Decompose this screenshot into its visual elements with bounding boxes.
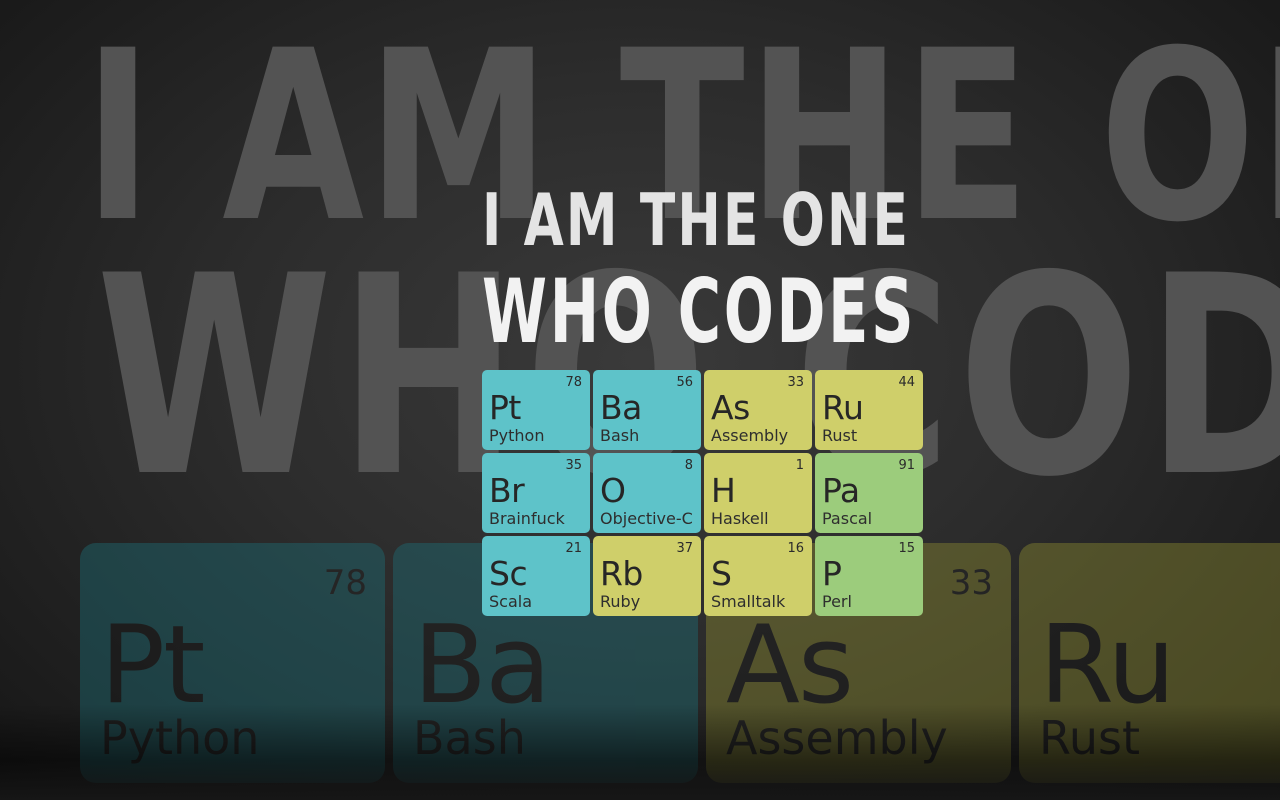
element-number: 56 bbox=[676, 375, 693, 390]
element-symbol: S bbox=[711, 554, 732, 593]
element-number: 78 bbox=[565, 375, 582, 390]
element-name: Objective-C bbox=[600, 509, 693, 528]
element-tile: 56 Ba Bash bbox=[593, 370, 701, 450]
element-number: 91 bbox=[898, 458, 915, 473]
element-name: Python bbox=[489, 426, 545, 445]
element-tile: 44 Ru Rust bbox=[815, 370, 923, 450]
element-symbol: P bbox=[822, 554, 842, 593]
element-tile: 35 Br Brainfuck bbox=[482, 453, 590, 533]
background-tile-name: Assembly bbox=[726, 711, 948, 765]
element-name: Ruby bbox=[600, 592, 641, 611]
element-symbol: Ru bbox=[822, 388, 864, 427]
element-tile: 15 P Perl bbox=[815, 536, 923, 616]
background-tile-symbol: Ba bbox=[413, 603, 551, 728]
element-number: 21 bbox=[565, 541, 582, 556]
element-name: Assembly bbox=[711, 426, 789, 445]
background-tile: 4 Ru Rust bbox=[1019, 543, 1280, 783]
wallpaper: I AM THE ONE WHO CODES 78 Pt Python 56 B… bbox=[0, 0, 1280, 800]
background-tile-number: 33 bbox=[949, 563, 993, 603]
element-symbol: Pt bbox=[489, 388, 521, 427]
element-symbol: Rb bbox=[600, 554, 643, 593]
title-line2: WHO CODES bbox=[482, 260, 917, 363]
element-number: 33 bbox=[787, 375, 804, 390]
element-name: Smalltalk bbox=[711, 592, 786, 611]
background-tile: 78 Pt Python bbox=[80, 543, 385, 783]
element-tile: 21 Sc Scala bbox=[482, 536, 590, 616]
background-tile-name: Python bbox=[100, 711, 260, 765]
element-symbol: Ba bbox=[600, 388, 642, 427]
element-symbol: Pa bbox=[822, 471, 860, 510]
element-symbol: Sc bbox=[489, 554, 528, 593]
element-tile: 8 O Objective-C bbox=[593, 453, 701, 533]
background-tile-symbol: Pt bbox=[100, 603, 205, 728]
element-name: Haskell bbox=[711, 509, 769, 528]
background-tile-symbol: Ru bbox=[1039, 603, 1176, 728]
element-number: 16 bbox=[787, 541, 804, 556]
element-number: 1 bbox=[795, 458, 804, 473]
background-tile-name: Bash bbox=[413, 711, 526, 765]
element-tile: 16 S Smalltalk bbox=[704, 536, 812, 616]
element-symbol: As bbox=[711, 388, 750, 427]
element-name: Scala bbox=[489, 592, 533, 611]
element-name: Brainfuck bbox=[489, 509, 565, 528]
element-tile: 1 H Haskell bbox=[704, 453, 812, 533]
element-name: Rust bbox=[822, 426, 858, 445]
element-tile: 37 Rb Ruby bbox=[593, 536, 701, 616]
element-number: 37 bbox=[676, 541, 693, 556]
background-tile-symbol: As bbox=[726, 603, 854, 728]
element-number: 15 bbox=[898, 541, 915, 556]
element-grid: 78 Pt Python 56 Ba Bash 33 As Assembly 4… bbox=[482, 370, 923, 616]
element-symbol: H bbox=[711, 471, 736, 510]
element-symbol: O bbox=[600, 471, 626, 510]
background-tile-number: 78 bbox=[323, 563, 367, 603]
element-tile: 91 Pa Pascal bbox=[815, 453, 923, 533]
element-number: 8 bbox=[684, 458, 693, 473]
element-tile: 33 As Assembly bbox=[704, 370, 812, 450]
element-name: Bash bbox=[600, 426, 640, 445]
background-tile-name: Rust bbox=[1039, 711, 1141, 765]
title-line1: I AM THE ONE bbox=[482, 178, 911, 262]
element-name: Pascal bbox=[822, 509, 873, 528]
element-symbol: Br bbox=[489, 471, 525, 510]
element-number: 35 bbox=[565, 458, 582, 473]
element-number: 44 bbox=[898, 375, 915, 390]
element-tile: 78 Pt Python bbox=[482, 370, 590, 450]
element-name: Perl bbox=[822, 592, 852, 611]
